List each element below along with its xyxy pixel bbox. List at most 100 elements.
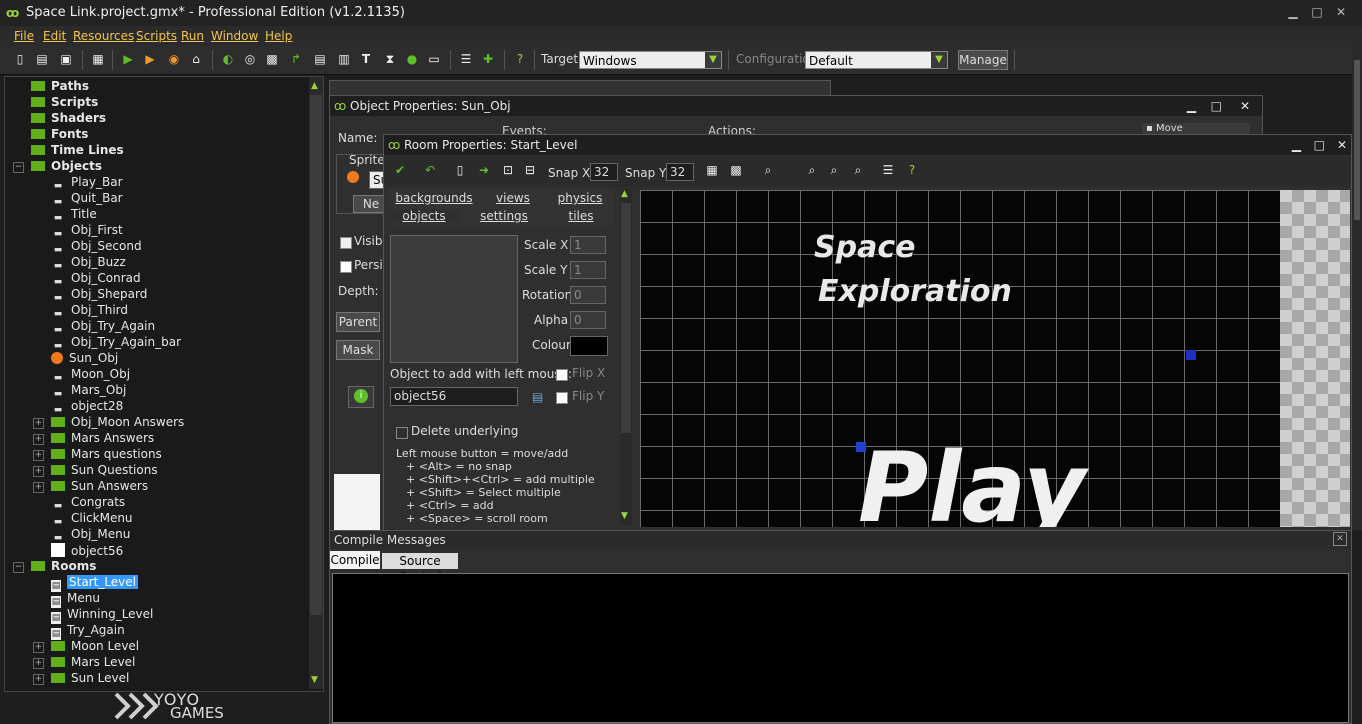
mask-button[interactable]: Mask (336, 340, 380, 360)
menu-file[interactable]: File (14, 29, 34, 43)
scroll-up-icon[interactable]: ▲ (311, 81, 318, 91)
expand-icon[interactable]: + (33, 674, 44, 685)
maximize-icon[interactable]: □ (1211, 96, 1222, 116)
target-select[interactable]: Windows ▼ (579, 51, 722, 69)
rotation-input[interactable]: 0 (570, 286, 606, 304)
tab-compile[interactable]: Compile (330, 551, 380, 569)
maximize-icon[interactable]: □ (1314, 135, 1325, 155)
clean-icon[interactable]: ⌂ (188, 51, 204, 67)
script-icon[interactable]: ▤ (312, 51, 328, 67)
object-icon[interactable]: ● (404, 51, 420, 67)
clear-icon[interactable]: ▯ (452, 162, 468, 178)
persistent-checkbox[interactable] (340, 261, 352, 273)
expand-icon[interactable]: + (33, 658, 44, 669)
expand-icon[interactable]: + (33, 466, 44, 477)
colour-swatch[interactable] (570, 336, 608, 356)
minimize-icon[interactable]: ▁ (1187, 96, 1196, 116)
scroll-up-icon[interactable]: ▲ (621, 189, 628, 199)
minimize-icon[interactable]: ▁ (1292, 135, 1301, 155)
grid-icon[interactable]: ▦ (704, 162, 720, 178)
zoom-reset-icon[interactable]: ⌕ (826, 162, 842, 178)
unlock-icon[interactable]: ⊟ (522, 162, 538, 178)
scale-y-input[interactable]: 1 (570, 261, 606, 279)
font-icon[interactable]: T (358, 51, 374, 67)
sound-icon[interactable]: ◎ (242, 51, 258, 67)
close-icon[interactable]: ✕ (1240, 96, 1250, 116)
help-icon[interactable]: ? (512, 51, 528, 67)
scroll-down-icon[interactable]: ▼ (311, 675, 318, 685)
new-file-icon[interactable]: ▯ (12, 51, 28, 67)
main-scrollbar[interactable] (1352, 46, 1362, 530)
tab-tiles[interactable]: tiles (548, 209, 614, 223)
scroll-thumb[interactable] (621, 203, 631, 433)
object-select-field[interactable]: object56 (390, 387, 518, 406)
zoom-out-icon[interactable]: ⌕ (804, 162, 820, 178)
minimize-icon[interactable]: ▁ (1284, 4, 1302, 20)
menu-window[interactable]: Window (211, 29, 258, 43)
view-icon[interactable]: ⌕ (760, 162, 776, 178)
panel-scrollbar[interactable]: ▲ ▼ (620, 189, 632, 525)
snap-x-input[interactable]: 32 (590, 163, 618, 181)
isometric-grid-icon[interactable]: ▩ (728, 162, 744, 178)
collapse-icon[interactable]: − (13, 562, 24, 573)
tree-scrollbar[interactable]: ▲ ▼ (309, 77, 323, 689)
alpha-input[interactable]: 0 (570, 311, 606, 329)
lock-icon[interactable]: ⊡ (500, 162, 516, 178)
info-button[interactable]: i (348, 386, 374, 408)
menu-edit[interactable]: Edit (43, 29, 66, 43)
scroll-down-icon[interactable]: ▼ (621, 511, 628, 521)
zoom-in-icon[interactable]: ⌕ (850, 162, 866, 178)
close-icon[interactable]: ✕ (1332, 4, 1350, 20)
tab-objects[interactable]: objects (388, 209, 460, 223)
menu-run[interactable]: Run (181, 29, 204, 43)
sprite-icon[interactable]: ◐ (220, 51, 236, 67)
menu-resources[interactable]: Resources (73, 29, 134, 43)
run-icon[interactable]: ▶ (120, 51, 136, 67)
stop-icon[interactable]: ◉ (166, 51, 182, 67)
shift-icon[interactable]: ➜ (476, 162, 492, 178)
parent-button[interactable]: Parent (336, 312, 380, 332)
expand-icon[interactable]: + (33, 434, 44, 445)
room-settings-icon[interactable]: ☰ (880, 162, 896, 178)
debug-icon[interactable]: ▶ (142, 51, 158, 67)
tab-settings[interactable]: settings (460, 209, 548, 223)
game-info-icon[interactable]: ☰ (458, 51, 474, 67)
scroll-thumb[interactable] (1354, 60, 1360, 220)
tab-source-control[interactable]: Source Control (382, 553, 458, 584)
maximize-icon[interactable]: □ (1308, 4, 1326, 20)
configuration-select[interactable]: Default ▼ (805, 51, 948, 69)
room-help-icon[interactable]: ? (904, 162, 920, 178)
undo-icon[interactable]: ↶ (422, 162, 438, 178)
expand-icon[interactable]: + (33, 450, 44, 461)
scale-x-input[interactable]: 1 (570, 236, 606, 254)
close-icon[interactable]: ✕ (1337, 135, 1347, 155)
tab-backgrounds[interactable]: backgrounds (388, 191, 480, 205)
background-icon[interactable]: ▩ (264, 51, 280, 67)
tab-physics[interactable]: physics (546, 191, 614, 205)
compile-output[interactable] (332, 573, 1349, 723)
room-canvas[interactable]: Space Exploration Play (640, 190, 1280, 527)
expand-icon[interactable]: + (33, 642, 44, 653)
object-menu-icon[interactable]: ▤ (532, 390, 543, 404)
save-icon[interactable]: ▣ (58, 51, 74, 67)
snap-y-input[interactable]: 32 (666, 163, 694, 181)
ok-check-icon[interactable]: ✔ (392, 162, 408, 178)
visible-checkbox[interactable] (340, 237, 352, 249)
shader-icon[interactable]: ▥ (336, 51, 352, 67)
menu-help[interactable]: Help (265, 29, 292, 43)
tab-views[interactable]: views (480, 191, 546, 205)
flip-x-checkbox[interactable] (556, 369, 568, 381)
export-icon[interactable]: ▦ (90, 51, 106, 67)
menu-scripts[interactable]: Scripts (136, 29, 177, 43)
expand-icon[interactable]: + (33, 418, 44, 429)
path-icon[interactable]: ↱ (288, 51, 304, 67)
open-icon[interactable]: ▤ (34, 51, 50, 67)
delete-underlying-checkbox[interactable] (396, 427, 408, 439)
flip-y-checkbox[interactable] (556, 392, 568, 404)
scroll-thumb[interactable] (310, 95, 322, 615)
collapse-icon[interactable]: − (13, 162, 24, 173)
room-icon[interactable]: ▭ (426, 51, 442, 67)
timeline-icon[interactable]: ⧗ (382, 51, 398, 67)
manage-button[interactable]: Manage (958, 50, 1008, 70)
extensions-icon[interactable]: ✚ (480, 51, 496, 67)
